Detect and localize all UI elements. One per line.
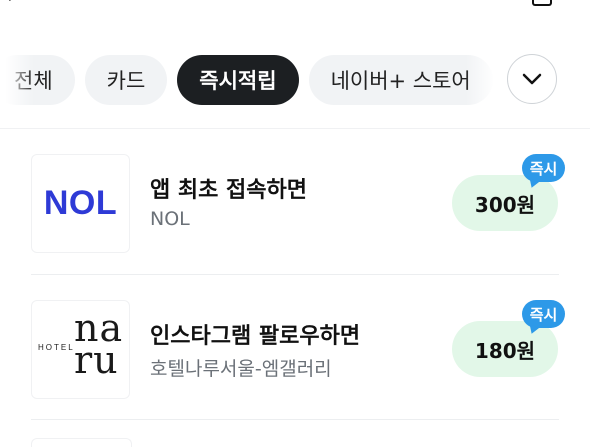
filter-chip-bar: 전체 카드 즉시적립 네이버+ 스토어 xyxy=(0,52,590,108)
chip-instant-reward[interactable]: 즉시적립 xyxy=(177,55,299,105)
section-divider xyxy=(0,128,590,129)
hotel-naru-logo: HOTEL na ru xyxy=(38,306,124,382)
filter-chip-scroller[interactable]: 전체 카드 즉시적립 네이버+ 스토어 xyxy=(0,52,500,108)
top-bar-remnant xyxy=(0,0,590,10)
reward-button[interactable]: 300원 xyxy=(452,175,558,231)
chevron-down-icon xyxy=(522,73,542,85)
advertiser-logo: HOTEL na ru xyxy=(31,300,130,399)
offer-advertiser: NOL xyxy=(150,208,190,230)
row-divider xyxy=(31,274,559,275)
offer-row[interactable]: NOL 앱 최초 접속하면 NOL 300원 즉시 xyxy=(0,150,590,260)
offer-row[interactable]: HOTEL na ru 인스타그램 팔로우하면 호텔나루서울-엠갤러리 180원 … xyxy=(0,296,590,406)
offer-title: 인스타그램 팔로우하면 xyxy=(150,324,361,349)
advertiser-logo: NOL xyxy=(31,154,130,253)
expand-filters-button[interactable] xyxy=(507,54,557,104)
row-divider xyxy=(31,419,559,420)
offer-title: 앱 최초 접속하면 xyxy=(150,178,307,203)
offer-advertiser: 호텔나루서울-엠갤러리 xyxy=(150,358,332,380)
instant-badge: 즉시 xyxy=(522,154,565,182)
reward-button[interactable]: 180원 xyxy=(452,321,558,377)
share-icon[interactable] xyxy=(532,0,552,6)
chip-naver-plus-store[interactable]: 네이버+ 스토어 xyxy=(308,55,493,105)
nol-logo: NOL xyxy=(43,184,118,222)
back-arrow-icon[interactable] xyxy=(6,0,18,4)
instant-badge: 즉시 xyxy=(522,300,565,328)
chip-all[interactable]: 전체 xyxy=(0,55,75,105)
chip-card[interactable]: 카드 xyxy=(84,55,168,105)
